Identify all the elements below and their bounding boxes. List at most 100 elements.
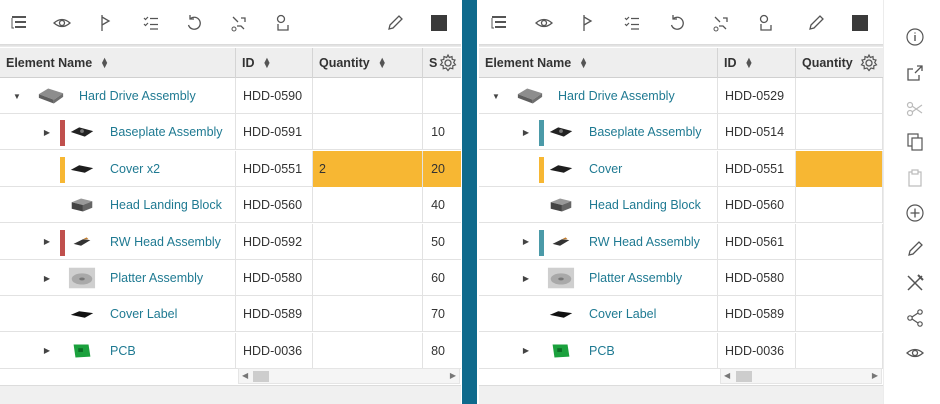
quantity-cell[interactable]	[313, 187, 423, 224]
flag-icon[interactable]	[577, 12, 599, 34]
pencil-icon[interactable]	[384, 12, 406, 34]
quantity-cell[interactable]	[313, 296, 423, 333]
element-name-link[interactable]: PCB	[110, 344, 136, 358]
table-row[interactable]: ▶ Platter Assembly HDD-0580 60	[0, 260, 461, 296]
link-part-icon[interactable]	[755, 12, 777, 34]
element-name-link[interactable]: Platter Assembly	[589, 271, 682, 285]
expand-caret-icon[interactable]: ▶	[521, 273, 531, 283]
table-row[interactable]: Cover Label HDD-0589	[479, 296, 883, 333]
quantity-cell[interactable]	[313, 260, 423, 296]
element-name-cell[interactable]: ▶ Baseplate Assembly	[0, 114, 236, 151]
element-name-link[interactable]: Head Landing Block	[589, 198, 701, 212]
element-name-link[interactable]: Cover Label	[110, 307, 177, 321]
quantity-cell[interactable]	[313, 223, 423, 260]
collapse-caret-icon[interactable]: ▼	[491, 91, 501, 101]
table-row[interactable]: Cover x2 HDD-0551 2 20	[0, 150, 461, 187]
expand-caret-icon[interactable]: ▶	[521, 237, 531, 247]
quantity-cell[interactable]: 2	[313, 150, 423, 187]
eye-icon[interactable]	[904, 342, 926, 364]
table-row[interactable]: ▶ PCB HDD-0036 80	[0, 332, 461, 369]
eye-icon[interactable]	[51, 12, 73, 34]
column-settings-gear-icon[interactable]	[859, 53, 879, 73]
checklist-icon[interactable]	[621, 12, 643, 34]
scissors-icon[interactable]	[904, 98, 926, 120]
sort-icon[interactable]: ▲ ▼	[745, 56, 754, 70]
pencil-icon[interactable]	[805, 12, 827, 34]
scrollbar-thumb[interactable]	[253, 371, 269, 382]
expand-caret-icon[interactable]: ▶	[42, 127, 52, 137]
table-row[interactable]: Cover Label HDD-0589 70	[0, 296, 461, 333]
quantity-cell[interactable]	[796, 150, 883, 187]
stop-square-icon[interactable]	[428, 12, 450, 34]
element-name-cell[interactable]: ▶ Platter Assembly	[0, 260, 236, 296]
column-header-element-name[interactable]: Element Name ▲ ▼	[0, 48, 236, 78]
expand-caret-icon[interactable]: ▶	[521, 346, 531, 356]
quantity-cell[interactable]	[796, 187, 883, 224]
quantity-cell[interactable]	[796, 78, 883, 114]
outline-icon[interactable]	[8, 12, 30, 34]
info-icon[interactable]	[904, 26, 926, 48]
element-name-cell[interactable]: Head Landing Block	[479, 187, 718, 224]
eye-icon[interactable]	[533, 12, 555, 34]
quantity-cell[interactable]	[313, 78, 423, 114]
horizontal-scrollbar[interactable]: ◀ ▶	[720, 368, 882, 384]
checklist-icon[interactable]	[140, 12, 162, 34]
horizontal-scrollbar[interactable]: ◀ ▶	[238, 368, 460, 384]
column-settings-gear-icon[interactable]	[438, 53, 458, 73]
wrench-part-icon[interactable]	[710, 12, 732, 34]
column-header-quantity[interactable]: Quantity ▲ ▼	[313, 48, 423, 78]
scroll-left-arrow-icon[interactable]: ◀	[242, 371, 248, 380]
table-row[interactable]: Head Landing Block HDD-0560 40	[0, 187, 461, 224]
element-name-cell[interactable]: Cover	[479, 150, 718, 187]
sort-icon[interactable]: ▲ ▼	[579, 56, 588, 70]
column-header-id[interactable]: ID ▲ ▼	[718, 48, 796, 78]
element-name-cell[interactable]: ▶ PCB	[479, 332, 718, 369]
element-name-cell[interactable]: Cover Label	[479, 296, 718, 333]
element-name-cell[interactable]: Head Landing Block	[0, 187, 236, 224]
quantity-cell[interactable]	[796, 260, 883, 296]
table-row[interactable]: ▶ Platter Assembly HDD-0580	[479, 260, 883, 296]
expand-caret-icon[interactable]: ▶	[521, 127, 531, 137]
sort-icon[interactable]: ▲ ▼	[263, 56, 272, 70]
table-row[interactable]: ▶ PCB HDD-0036	[479, 332, 883, 369]
scroll-left-arrow-icon[interactable]: ◀	[724, 371, 730, 380]
pencil-icon[interactable]	[904, 238, 926, 260]
element-name-cell[interactable]: ▶ RW Head Assembly	[0, 223, 236, 260]
element-name-link[interactable]: Platter Assembly	[110, 271, 203, 285]
scroll-right-arrow-icon[interactable]: ▶	[872, 371, 878, 380]
column-header-element-name[interactable]: Element Name ▲ ▼	[479, 48, 718, 78]
quantity-cell[interactable]	[313, 114, 423, 151]
element-name-link[interactable]: Head Landing Block	[110, 198, 222, 212]
expand-caret-icon[interactable]: ▶	[42, 237, 52, 247]
element-name-link[interactable]: Cover Label	[589, 307, 656, 321]
element-name-cell[interactable]: ▶ PCB	[0, 332, 236, 369]
element-name-cell[interactable]: ▼ Hard Drive Assembly	[479, 78, 718, 114]
split-divider-line[interactable]	[462, 0, 477, 404]
table-row[interactable]: ▼ Hard Drive Assembly HDD-0529	[479, 78, 883, 114]
table-row[interactable]: Cover HDD-0551	[479, 150, 883, 187]
element-name-link[interactable]: Baseplate Assembly	[110, 125, 223, 139]
table-row[interactable]: ▼ Hard Drive Assembly HDD-0590	[0, 78, 461, 114]
element-name-cell[interactable]: Cover Label	[0, 296, 236, 333]
table-row[interactable]: Head Landing Block HDD-0560	[479, 187, 883, 224]
quantity-cell[interactable]	[796, 223, 883, 260]
share-icon[interactable]	[904, 307, 926, 329]
wrench-part-icon[interactable]	[228, 12, 250, 34]
element-name-link[interactable]: Hard Drive Assembly	[558, 89, 675, 103]
element-name-link[interactable]: Cover x2	[110, 162, 160, 176]
undo-icon[interactable]	[666, 12, 688, 34]
collapse-caret-icon[interactable]: ▼	[12, 91, 22, 101]
element-name-cell[interactable]: ▶ Platter Assembly	[479, 260, 718, 296]
outline-icon[interactable]	[488, 12, 510, 34]
sort-icon[interactable]: ▲ ▼	[378, 56, 387, 70]
add-circle-icon[interactable]	[904, 202, 926, 224]
element-name-link[interactable]: RW Head Assembly	[589, 235, 700, 249]
copy-icon[interactable]	[904, 131, 926, 153]
link-part-icon[interactable]	[272, 12, 294, 34]
table-row[interactable]: ▶ Baseplate Assembly HDD-0591 10	[0, 114, 461, 151]
quantity-cell[interactable]	[313, 332, 423, 369]
undo-icon[interactable]	[183, 12, 205, 34]
stop-square-icon[interactable]	[849, 12, 871, 34]
element-name-cell[interactable]: ▼ Hard Drive Assembly	[0, 78, 236, 114]
table-row[interactable]: ▶ RW Head Assembly HDD-0592 50	[0, 223, 461, 260]
